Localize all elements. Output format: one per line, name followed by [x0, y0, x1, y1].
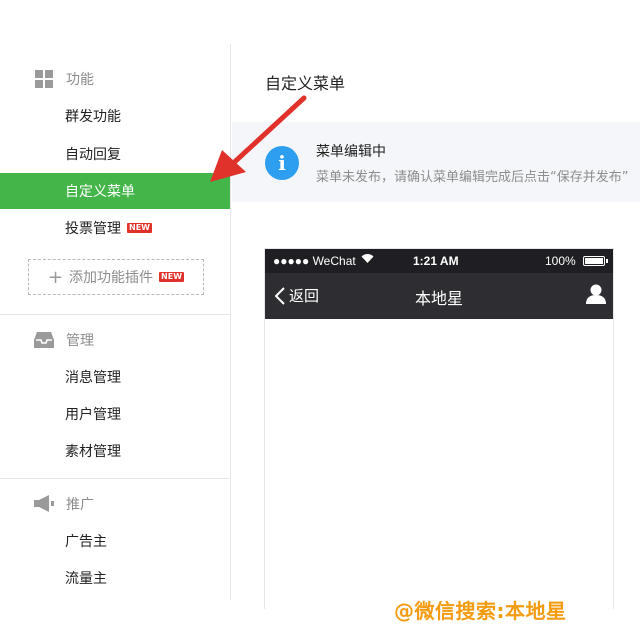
new-badge: NEW	[159, 272, 185, 282]
sidebar-item-label: 自定义菜单	[65, 184, 135, 200]
sidebar-item-traffic-owner[interactable]: 流量主	[0, 560, 230, 596]
add-plugin-label: 添加功能插件	[69, 270, 154, 286]
signal-carrier: ●●●●● WeChat	[273, 254, 356, 268]
add-plugin-button[interactable]: + 添加功能插件 NEW	[28, 259, 204, 295]
section-title-manage: 管理	[34, 328, 94, 352]
battery-percent: 100%	[545, 254, 576, 268]
section-title-label: 功能	[66, 72, 94, 88]
megaphone-icon	[34, 494, 54, 514]
section-title-functions: 功能	[34, 67, 94, 91]
sidebar-item-material-manage[interactable]: 素材管理	[0, 433, 230, 469]
inbox-icon	[34, 330, 54, 350]
divider	[0, 478, 230, 479]
section-title-label: 管理	[66, 333, 94, 349]
phone-nav-bar: 返回 本地星	[265, 273, 613, 319]
phone-nav-title: 本地星	[414, 289, 463, 308]
watermark: @微信搜索:本地星	[394, 599, 567, 623]
user-icon[interactable]	[585, 283, 607, 309]
wifi-icon	[361, 253, 374, 267]
section-title-label: 推广	[66, 497, 94, 513]
red-arrow-icon	[210, 95, 307, 182]
battery-fill	[585, 258, 603, 264]
new-badge: NEW	[127, 223, 152, 233]
sidebar-item-user-manage[interactable]: 用户管理	[0, 396, 230, 432]
sidebar-item-label: 流量主	[65, 571, 107, 587]
sidebar-item-label: 投票管理	[65, 221, 121, 237]
sidebar: 功能 群发功能 自动回复 自定义菜单 投票管理 NEW + 添加功能插件 NEW…	[0, 44, 231, 600]
grid-icon	[34, 69, 54, 89]
sidebar-item-label: 消息管理	[65, 370, 121, 386]
divider	[0, 314, 230, 315]
sidebar-item-label: 素材管理	[65, 444, 121, 460]
sidebar-item-mass-send[interactable]: 群发功能	[0, 98, 230, 134]
sidebar-item-message-manage[interactable]: 消息管理	[0, 359, 230, 395]
notice-description: 菜单未发布，请确认菜单编辑完成后点击“保存并发布”	[316, 170, 629, 185]
sidebar-item-label: 用户管理	[65, 407, 121, 423]
sidebar-item-label: 群发功能	[65, 109, 121, 125]
sidebar-item-label: 广告主	[65, 534, 107, 550]
notice-title: 菜单编辑中	[316, 144, 386, 160]
sidebar-item-auto-reply[interactable]: 自动回复	[0, 136, 230, 172]
sidebar-item-vote-manage[interactable]: 投票管理 NEW	[0, 210, 230, 246]
battery-icon	[583, 256, 608, 266]
status-bar: ●●●●● WeChat 1:21 AM 100%	[265, 249, 613, 273]
sidebar-item-custom-menu[interactable]: 自定义菜单	[0, 173, 230, 209]
phone-preview: ●●●●● WeChat 1:21 AM 100% 返回 本地星	[264, 248, 614, 609]
sidebar-item-label: 自动回复	[65, 147, 121, 163]
plus-icon: +	[47, 266, 64, 288]
section-title-promote: 推广	[34, 492, 94, 516]
sidebar-item-advertiser[interactable]: 广告主	[0, 523, 230, 559]
status-time: 1:21 AM	[413, 254, 459, 268]
